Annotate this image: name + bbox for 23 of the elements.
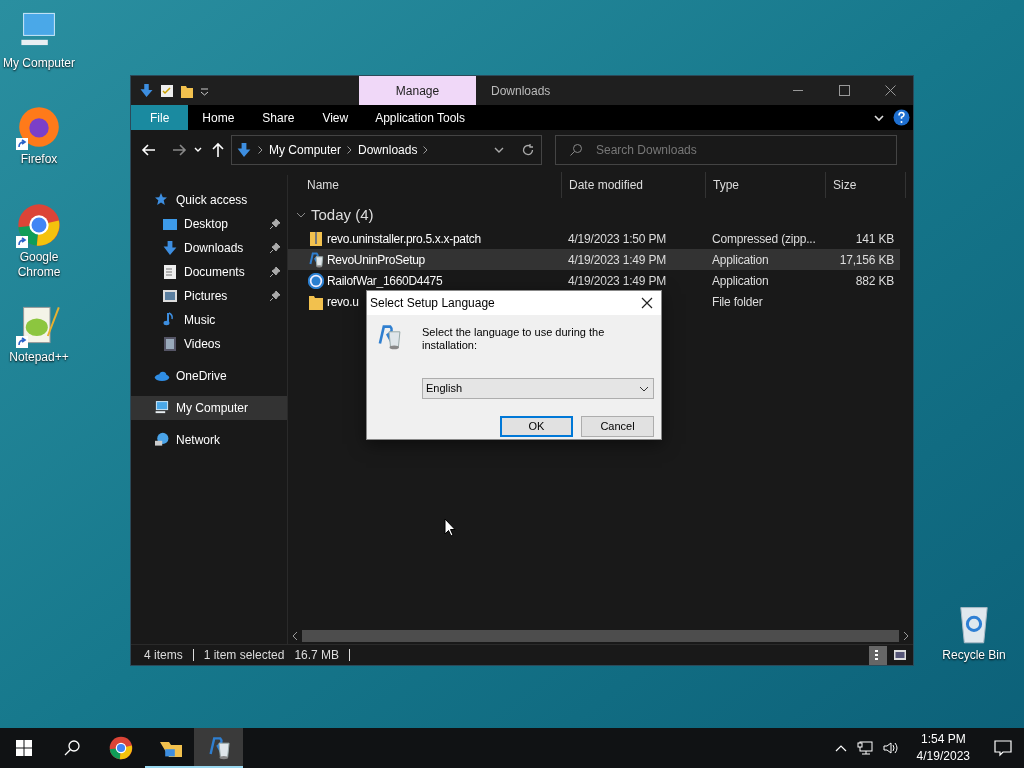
date-modified: 4/19/2023 1:49 PM [568, 251, 666, 269]
status-text: 4 items [144, 647, 183, 664]
file-size: 141 KB [855, 230, 894, 248]
file-size: 882 KB [855, 272, 894, 290]
file-type: File folder [712, 293, 763, 311]
clock-date: 4/19/2023 [916, 748, 970, 765]
file-type: Application [712, 251, 769, 269]
dialog-title: Select Setup Language [370, 295, 496, 312]
dialog-message: Select the language to use during the installation: [422, 325, 606, 352]
file-type: Application [712, 272, 769, 290]
file-type: Compressed (zipp... [712, 230, 816, 248]
file-name: revo.uninstaller.pro.5.x.x-patch [327, 230, 481, 248]
file-name: RailofWar_1660D4475 [327, 272, 443, 290]
status-text: 1 item selected [203, 647, 285, 664]
date-modified: 4/19/2023 1:49 PM [568, 272, 666, 290]
status-text: 16.7 MB [294, 647, 340, 664]
clock-time: 1:54 PM [920, 731, 966, 748]
file-name: RevoUninProSetup [327, 251, 425, 269]
file-name: revo.u [327, 293, 359, 311]
window-title: Downloads [490, 82, 552, 100]
context-tab-header: Manage [359, 76, 476, 105]
file-size: 17,156 KB [839, 251, 894, 269]
date-modified: 4/19/2023 1:50 PM [568, 230, 666, 248]
